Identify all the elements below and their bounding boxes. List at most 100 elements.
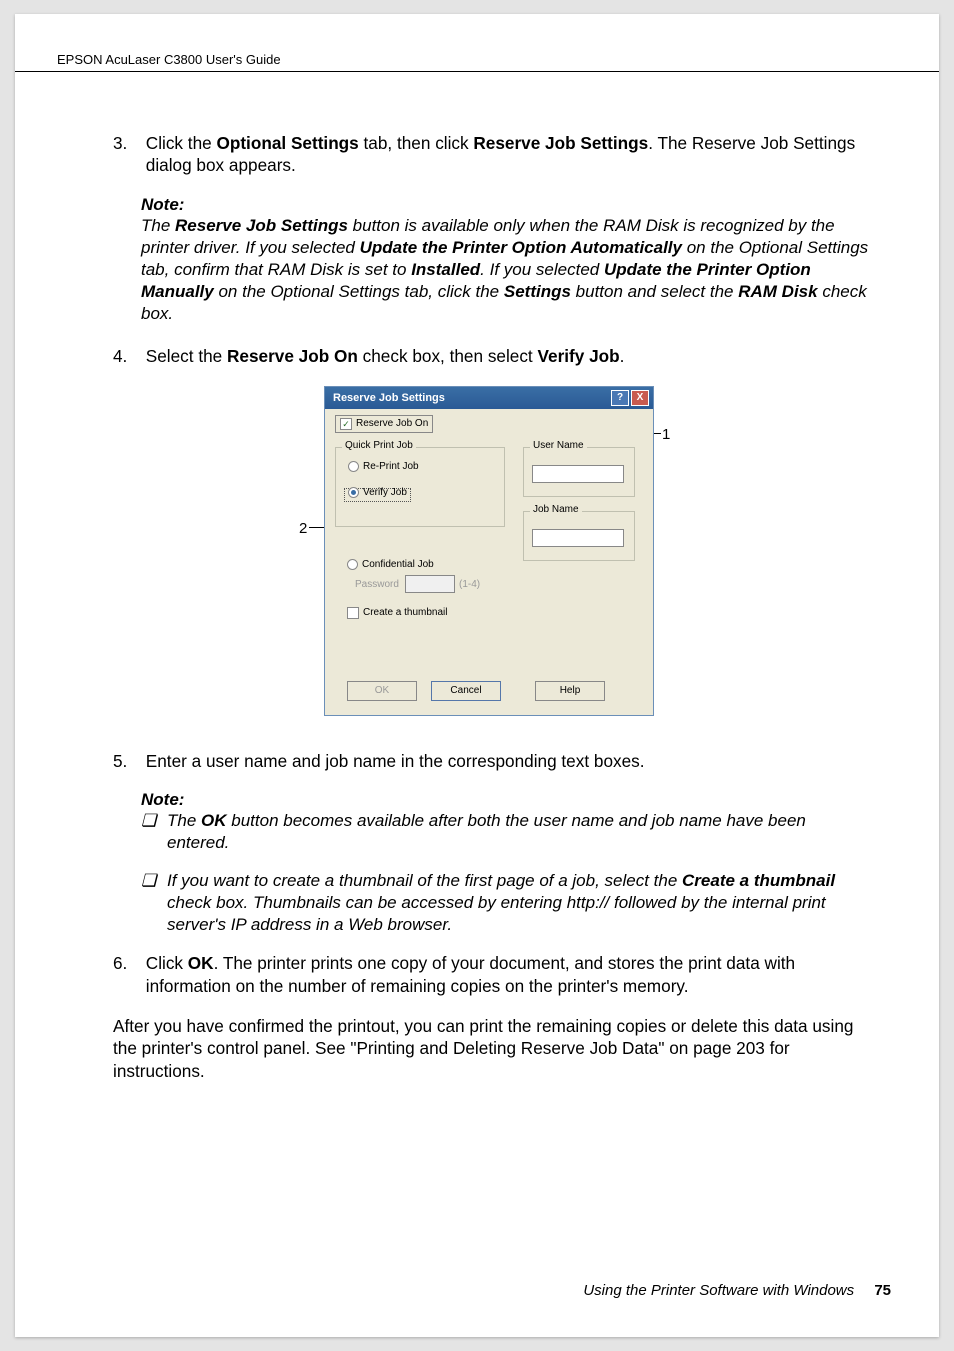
bold-frag: Reserve Job On (227, 346, 358, 366)
step-6-number: 6. (113, 952, 141, 974)
cancel-button[interactable]: Cancel (431, 681, 501, 701)
bullet-1-text: The OK button becomes available after bo… (167, 810, 871, 854)
reserve-job-dialog: Reserve Job Settings ? X ✓ Reserve Job O… (324, 386, 654, 716)
radio-icon (347, 559, 358, 570)
step-6: 6. Click OK. The printer prints one copy… (113, 952, 871, 997)
note-heading: Note: (141, 790, 871, 810)
text-frag: The (167, 811, 201, 830)
text-frag: The (141, 216, 175, 235)
job-name-group: Job Name (523, 511, 635, 561)
reserve-job-on-checkbox[interactable]: ✓ Reserve Job On (340, 418, 428, 430)
text-frag: Select the (146, 346, 227, 366)
step-5-text: Enter a user name and job name in the co… (146, 750, 866, 772)
verify-job-focus: Verify Job (344, 488, 411, 502)
quick-print-job-group: Quick Print Job Re-Print Job Verify Job (335, 447, 505, 527)
verify-job-wrap: Verify Job (344, 487, 411, 501)
confidential-job-label: Confidential Job (362, 559, 434, 570)
callout-1: 1 (662, 426, 670, 443)
step-3: 3. Click the Optional Settings tab, then… (113, 132, 871, 177)
closing-paragraph: After you have confirmed the printout, y… (113, 1015, 871, 1082)
dialog-title: Reserve Job Settings (333, 392, 445, 404)
text-frag: . (620, 346, 625, 366)
checkbox-icon (347, 607, 359, 619)
titlebar-help-button[interactable]: ? (611, 390, 629, 406)
note-block-2: Note: ❏ The OK button becomes available … (141, 790, 871, 936)
bold-frag: Reserve Job Settings (473, 133, 648, 153)
text-frag: button and select the (571, 282, 738, 301)
bold-frag: Optional Settings (216, 133, 358, 153)
text-frag: button becomes available after both the … (167, 811, 806, 852)
bold-frag: Settings (504, 282, 571, 301)
footer-text: Using the Printer Software with Windows (583, 1282, 854, 1299)
bullet-2: ❏ If you want to create a thumbnail of t… (141, 870, 871, 936)
bullet-icon: ❏ (141, 810, 167, 854)
bold-frag: Update the Printer Option Automatically (360, 238, 682, 257)
create-thumbnail-checkbox[interactable]: Create a thumbnail (347, 607, 448, 619)
password-hint: (1-4) (459, 579, 480, 590)
step-4-number: 4. (113, 345, 141, 367)
user-name-legend: User Name (530, 440, 587, 451)
bold-frag: Reserve Job Settings (175, 216, 348, 235)
job-name-input[interactable] (532, 529, 624, 547)
bullet-1: ❏ The OK button becomes available after … (141, 810, 871, 854)
bold-frag: OK (201, 811, 227, 830)
titlebar-close-button[interactable]: X (631, 390, 649, 406)
user-name-group: User Name (523, 447, 635, 497)
header-text: EPSON AcuLaser C3800 User's Guide (57, 52, 281, 67)
text-frag: check box, then select (358, 346, 538, 366)
step-3-number: 3. (113, 132, 141, 154)
text-frag: tab, then click (359, 133, 474, 153)
password-label: Password (355, 579, 399, 590)
verify-job-label: Verify Job (363, 487, 407, 498)
bold-frag: Installed (411, 260, 480, 279)
password-input[interactable] (405, 575, 455, 593)
confidential-job-radio[interactable]: Confidential Job (347, 559, 434, 570)
note-body: The Reserve Job Settings button is avail… (141, 215, 871, 325)
reserve-job-on-group: ✓ Reserve Job On (335, 415, 433, 433)
bold-frag: Verify Job (538, 346, 620, 366)
verify-job-radio[interactable]: Verify Job (348, 487, 407, 498)
footer: Using the Printer Software with Windows … (583, 1282, 891, 1299)
reprint-job-label: Re-Print Job (363, 461, 419, 472)
content-area: 3. Click the Optional Settings tab, then… (113, 132, 871, 1082)
step-5: 5. Enter a user name and job name in the… (113, 750, 871, 772)
dialog-figure: 1 2 Reserve Job Settings ? X ✓ R (113, 386, 871, 726)
callout-2: 2 (299, 520, 307, 537)
reprint-job-radio[interactable]: Re-Print Job (348, 461, 419, 472)
quick-print-job-legend: Quick Print Job (342, 440, 416, 451)
page-number: 75 (874, 1282, 891, 1299)
step-6-text: Click OK. The printer prints one copy of… (146, 952, 866, 997)
header-rule: EPSON AcuLaser C3800 User's Guide (15, 52, 939, 72)
bullet-icon: ❏ (141, 870, 167, 936)
text-frag: . The printer prints one copy of your do… (146, 953, 795, 995)
radio-icon (348, 461, 359, 472)
step-4: 4. Select the Reserve Job On check box, … (113, 345, 871, 367)
step-5-number: 5. (113, 750, 141, 772)
bold-frag: Create a thumbnail (682, 871, 835, 890)
text-frag: check box. Thumbnails can be accessed by… (167, 893, 826, 934)
text-frag: Click (146, 953, 188, 973)
create-thumbnail-label: Create a thumbnail (363, 607, 448, 618)
note-heading: Note: (141, 195, 871, 215)
bold-frag: OK (188, 953, 214, 973)
step-4-text: Select the Reserve Job On check box, the… (146, 345, 866, 367)
titlebar-buttons: ? X (611, 390, 649, 406)
ok-button[interactable]: OK (347, 681, 417, 701)
text-frag: If you want to create a thumbnail of the… (167, 871, 682, 890)
note-block-1: Note: The Reserve Job Settings button is… (141, 195, 871, 325)
text-frag: . If you selected (480, 260, 604, 279)
job-name-legend: Job Name (530, 504, 582, 515)
text-frag: on the Optional Settings tab, click the (214, 282, 504, 301)
radio-icon (348, 487, 359, 498)
text-frag: Click the (146, 133, 217, 153)
dialog-titlebar: Reserve Job Settings ? X (325, 387, 653, 409)
bold-frag: RAM Disk (738, 282, 817, 301)
checkbox-icon: ✓ (340, 418, 352, 430)
bullet-2-text: If you want to create a thumbnail of the… (167, 870, 871, 936)
user-name-input[interactable] (532, 465, 624, 483)
help-button[interactable]: Help (535, 681, 605, 701)
reserve-job-on-label: Reserve Job On (356, 418, 428, 429)
page: EPSON AcuLaser C3800 User's Guide 3. Cli… (15, 14, 939, 1337)
step-3-text: Click the Optional Settings tab, then cl… (146, 132, 866, 177)
dialog-body: ✓ Reserve Job On Quick Print Job Re-Prin… (325, 409, 653, 715)
